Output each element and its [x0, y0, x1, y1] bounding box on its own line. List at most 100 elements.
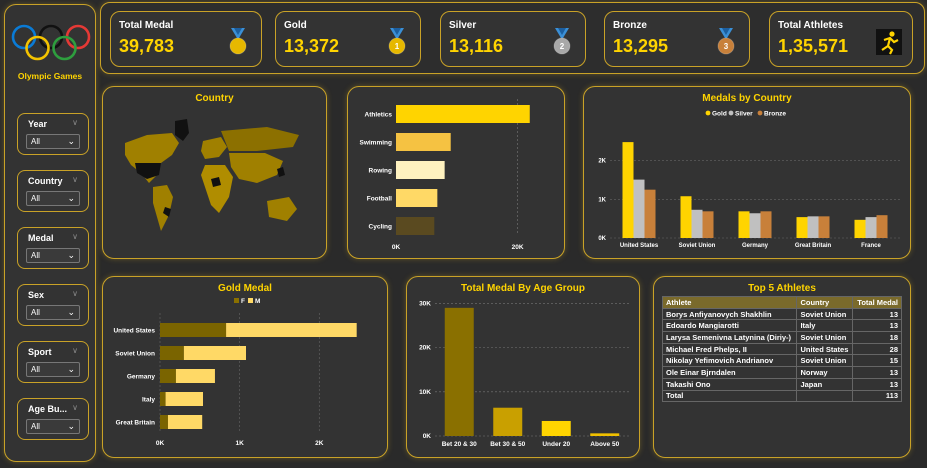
mbc-bar[interactable]: [680, 196, 692, 238]
map-africa: [201, 165, 233, 213]
sport-tick: 0K: [392, 244, 401, 251]
age-group-panel: Total Medal By Age Group 0K 10K 20K 30K Bet …: [406, 276, 640, 458]
sport-label: Athletics: [365, 112, 393, 119]
ag-bar[interactable]: [541, 420, 571, 436]
filter-4[interactable]: Sport ∨ All ⌄: [17, 341, 89, 383]
filter-value: All: [31, 194, 40, 203]
sport-bar[interactable]: [396, 161, 445, 179]
chevron-down-icon: ⌄: [67, 364, 75, 374]
table-cell: Ole Einar Bjrndalen: [661, 366, 798, 379]
filter-5[interactable]: Age Bu... ∨ All ⌄: [17, 398, 89, 440]
map-australia: [267, 197, 297, 221]
map-asia: [229, 153, 283, 183]
sport-chart: Athletics Swimming Rowing Football Cycling 0K…: [359, 99, 530, 251]
chevron-down-icon: ⌄: [67, 136, 75, 146]
ag-bar[interactable]: [444, 307, 474, 436]
total-value: 113: [852, 389, 902, 403]
gm-category: Italy: [142, 397, 155, 404]
mbc-tick: 2K: [598, 159, 606, 165]
table-cell: United States: [796, 342, 854, 356]
filter-3[interactable]: Sex ∨ All ⌄: [17, 284, 89, 326]
gm-bar-f[interactable]: [160, 415, 168, 429]
mbc-bar[interactable]: [691, 209, 703, 238]
chevron-down-icon[interactable]: ∨: [72, 232, 78, 241]
kpi-label: Silver: [449, 20, 477, 31]
gm-bar-m[interactable]: [175, 369, 215, 383]
mbc-bar[interactable]: [818, 216, 830, 238]
filter-1[interactable]: Country ∨ All ⌄: [17, 170, 89, 212]
filter-0[interactable]: Year ∨ All ⌄: [17, 113, 89, 155]
filter-2[interactable]: Medal ∨ All ⌄: [17, 227, 89, 269]
filter-select[interactable]: All ⌄: [26, 362, 80, 377]
mbc-bar[interactable]: [702, 211, 714, 238]
table-cell: 13: [852, 307, 902, 321]
mbc-bar[interactable]: [749, 213, 761, 238]
sport-bar[interactable]: [396, 133, 451, 151]
gm-bar-f[interactable]: [160, 346, 184, 360]
mbc-bar[interactable]: [622, 142, 634, 238]
sport-bar[interactable]: [396, 217, 435, 235]
gm-bar-m[interactable]: [165, 392, 203, 406]
world-map[interactable]: [117, 113, 317, 243]
chevron-down-icon[interactable]: ∨: [72, 289, 78, 298]
kpi-card-2: Silver 13,116 2: [440, 11, 586, 67]
mbc-bar[interactable]: [876, 215, 888, 238]
svg-text:3: 3: [724, 42, 729, 51]
table-cell: 13: [852, 319, 902, 333]
kpi-value: 13,295: [613, 36, 669, 56]
filter-select[interactable]: All ⌄: [26, 419, 80, 434]
table-cell: Soviet Union: [796, 354, 854, 368]
legend-dot: [757, 110, 763, 116]
table-cell: Nikolay Yefimovich Andrianov: [661, 354, 798, 368]
chevron-down-icon[interactable]: ∨: [72, 118, 78, 127]
kpi-value: 1,35,571: [778, 36, 849, 56]
total-label: Total: [661, 389, 798, 403]
kpi-card-1: Gold 13,372 1: [275, 11, 421, 67]
table-cell: Norway: [796, 366, 854, 379]
gm-bar-f[interactable]: [160, 323, 227, 337]
table-row[interactable]: Larysa Semenivna Latynina (Diriy-) Soviet…: [661, 331, 902, 344]
gm-bar-f[interactable]: [160, 369, 176, 383]
chevron-down-icon[interactable]: ∨: [72, 346, 78, 355]
table-row[interactable]: Takashi Ono Japan 13: [661, 377, 902, 391]
mbc-category: Soviet Union: [679, 243, 716, 249]
mbc-bar[interactable]: [807, 216, 819, 238]
gm-bar-m[interactable]: [226, 323, 357, 337]
mbc-bar[interactable]: [796, 217, 808, 238]
ag-bar[interactable]: [493, 407, 523, 436]
chevron-down-icon[interactable]: ∨: [72, 175, 78, 184]
top5-col-header[interactable]: Total Medal: [852, 296, 902, 309]
chevron-down-icon[interactable]: ∨: [72, 403, 78, 412]
filter-select[interactable]: All ⌄: [26, 134, 80, 149]
table-row[interactable]: Ole Einar Bjrndalen Norway 13: [661, 366, 902, 379]
gm-bar-m[interactable]: [167, 415, 203, 429]
kpi-card-4: Total Athletes 1,35,571: [769, 11, 913, 67]
table-row[interactable]: Nikolay Yefimovich Andrianov Soviet Union…: [661, 354, 902, 368]
ag-category: Bet 30 & 50: [490, 441, 525, 448]
mbc-bar[interactable]: [865, 217, 877, 238]
gm-bar-f[interactable]: [160, 392, 166, 406]
kpi-card-0: Total Medal 39,783: [110, 11, 262, 67]
mbc-bar[interactable]: [644, 189, 656, 238]
sport-bar[interactable]: [396, 189, 438, 207]
gm-bar-m[interactable]: [183, 346, 246, 360]
table-row[interactable]: Borys Anfiyanovych Shakhlin Soviet Union 1…: [661, 307, 902, 321]
mbc-bar[interactable]: [760, 211, 772, 238]
filter-select[interactable]: All ⌄: [26, 248, 80, 263]
filter-title: Sport: [28, 347, 52, 357]
filter-select[interactable]: All ⌄: [26, 305, 80, 320]
sport-bar[interactable]: [396, 105, 530, 123]
table-row[interactable]: Michael Fred Phelps, II United States 28: [661, 342, 902, 356]
sport-tick: 20K: [512, 244, 524, 251]
gm-category: Germany: [127, 374, 156, 381]
filter-select[interactable]: All ⌄: [26, 191, 80, 206]
ag-bar[interactable]: [590, 433, 620, 436]
mbc-tick: 0K: [598, 236, 606, 242]
table-row[interactable]: Edoardo Mangiarotti Italy 13: [661, 319, 902, 333]
table-cell: Japan: [796, 377, 854, 391]
top5-col-header[interactable]: Athlete: [661, 296, 798, 309]
top5-col-header[interactable]: Country: [796, 296, 854, 309]
mbc-bar[interactable]: [633, 179, 645, 238]
mbc-bar[interactable]: [738, 211, 750, 238]
mbc-bar[interactable]: [854, 219, 866, 238]
